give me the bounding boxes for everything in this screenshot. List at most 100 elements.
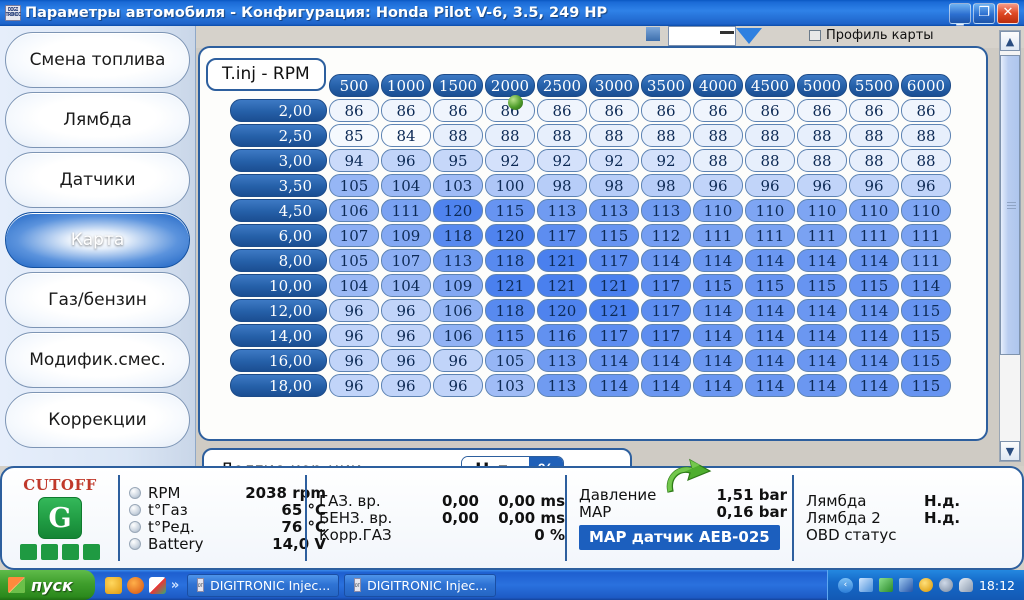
map-cell[interactable]: 113 [589,199,639,222]
map-cell[interactable]: 115 [745,274,795,297]
refresh-arrow-icon[interactable] [660,458,722,500]
map-cell[interactable]: 115 [901,349,951,372]
map-cell[interactable]: 104 [381,174,431,197]
map-cell[interactable]: 111 [693,224,743,247]
map-cell[interactable]: 121 [485,274,535,297]
map-cell[interactable]: 88 [693,124,743,147]
map-cell[interactable]: 115 [901,324,951,347]
map-cell[interactable]: 96 [433,349,483,372]
map-cell[interactable]: 115 [693,274,743,297]
firefox-icon[interactable] [126,576,144,594]
map-cell[interactable]: 92 [537,149,587,172]
map-cell[interactable]: 86 [797,99,847,122]
map-cell[interactable]: 120 [485,224,535,247]
map-cell[interactable]: 114 [849,299,899,322]
map-cell[interactable]: 118 [433,224,483,247]
map-cell[interactable]: 98 [589,174,639,197]
map-cell[interactable]: 88 [849,124,899,147]
map-cell[interactable]: 96 [381,349,431,372]
quick-launch-overflow-icon[interactable]: » [171,578,179,593]
map-cell[interactable]: 86 [589,99,639,122]
map-cell[interactable]: 105 [329,174,379,197]
map-cell[interactable]: 114 [745,249,795,272]
messenger-icon[interactable] [104,576,122,594]
map-cell[interactable]: 84 [381,124,431,147]
map-cell[interactable]: 86 [641,99,691,122]
map-column-header[interactable]: 500 [329,74,379,97]
vertical-scrollbar[interactable]: ▲ ▼ [999,30,1021,462]
image-viewer-icon[interactable] [148,576,166,594]
map-cell[interactable]: 115 [901,374,951,397]
map-cell[interactable]: 96 [329,299,379,322]
minimize-button[interactable]: _ [949,2,971,24]
map-cell[interactable]: 115 [485,199,535,222]
map-cell[interactable]: 94 [329,149,379,172]
map-column-header[interactable]: 2000 [485,74,535,97]
map-cell[interactable]: 96 [381,149,431,172]
map-cell[interactable]: 114 [693,299,743,322]
map-table[interactable]: 500 1000 1500 2000 2500 3000 3500 4000 4500 5000 5… [228,72,953,399]
map-cell[interactable]: 88 [745,149,795,172]
map-column-header[interactable]: 1500 [433,74,483,97]
map-row-header[interactable]: 16,00 [230,349,327,372]
map-cell[interactable]: 86 [901,99,951,122]
map-cell[interactable]: 109 [381,224,431,247]
map-cell[interactable]: 113 [433,249,483,272]
map-column-header[interactable]: 3000 [589,74,639,97]
map-column-header[interactable]: 5000 [797,74,847,97]
map-cell[interactable]: 96 [329,349,379,372]
start-button[interactable]: пуск [0,570,95,600]
map-cell[interactable]: 117 [641,299,691,322]
map-cell[interactable]: 96 [693,174,743,197]
map-row-header[interactable]: 3,50 [230,174,327,197]
map-cell[interactable]: 103 [485,374,535,397]
map-column-header[interactable]: 1000 [381,74,431,97]
map-cell[interactable]: 114 [849,249,899,272]
map-cell[interactable]: 114 [797,349,847,372]
tray-expand-icon[interactable]: ‹ [837,577,853,593]
map-row-header[interactable]: 4,50 [230,199,327,222]
map-cell[interactable]: 114 [641,374,691,397]
map-cell[interactable]: 111 [901,224,951,247]
map-cell[interactable]: 86 [433,99,483,122]
map-cell[interactable]: 111 [901,249,951,272]
map-cell[interactable]: 95 [433,149,483,172]
map-cell[interactable]: 96 [901,174,951,197]
map-cell[interactable]: 103 [433,174,483,197]
map-cell[interactable]: 109 [433,274,483,297]
map-cell[interactable]: 114 [797,299,847,322]
profile-color-swatch[interactable] [646,27,660,41]
map-cell[interactable]: 110 [693,199,743,222]
map-cell[interactable]: 110 [797,199,847,222]
map-cell[interactable]: 96 [329,324,379,347]
map-cell[interactable]: 117 [589,249,639,272]
map-cell[interactable]: 114 [693,249,743,272]
update-icon[interactable] [918,578,933,592]
map-column-header[interactable]: 3500 [641,74,691,97]
map-cell[interactable]: 114 [693,374,743,397]
map-row-header[interactable]: 18,00 [230,374,327,397]
map-cell[interactable]: 88 [901,149,951,172]
map-cell[interactable]: 112 [641,224,691,247]
map-cell[interactable]: 111 [797,224,847,247]
map-cell[interactable]: 114 [745,349,795,372]
map-row-header[interactable]: 2,50 [230,124,327,147]
profile-checkbox[interactable] [809,30,821,41]
map-cell[interactable]: 88 [901,124,951,147]
map-cell[interactable]: 92 [641,149,691,172]
map-cell[interactable]: 86 [329,99,379,122]
map-cell[interactable]: 86 [693,99,743,122]
map-cell[interactable]: 114 [693,324,743,347]
map-cell[interactable]: 121 [537,249,587,272]
map-cell[interactable]: 120 [537,299,587,322]
map-cell[interactable]: 100 [485,174,535,197]
map-cell[interactable]: 111 [849,224,899,247]
sidebar-item-1[interactable]: Лямбда [5,92,190,148]
map-cell[interactable]: 96 [329,374,379,397]
map-column-header[interactable]: 2500 [537,74,587,97]
map-cell[interactable]: 114 [849,324,899,347]
map-cell[interactable]: 115 [797,274,847,297]
map-cell[interactable]: 88 [745,124,795,147]
map-cell[interactable]: 115 [849,274,899,297]
sidebar-item-5[interactable]: Модифик.смес. [5,332,190,388]
